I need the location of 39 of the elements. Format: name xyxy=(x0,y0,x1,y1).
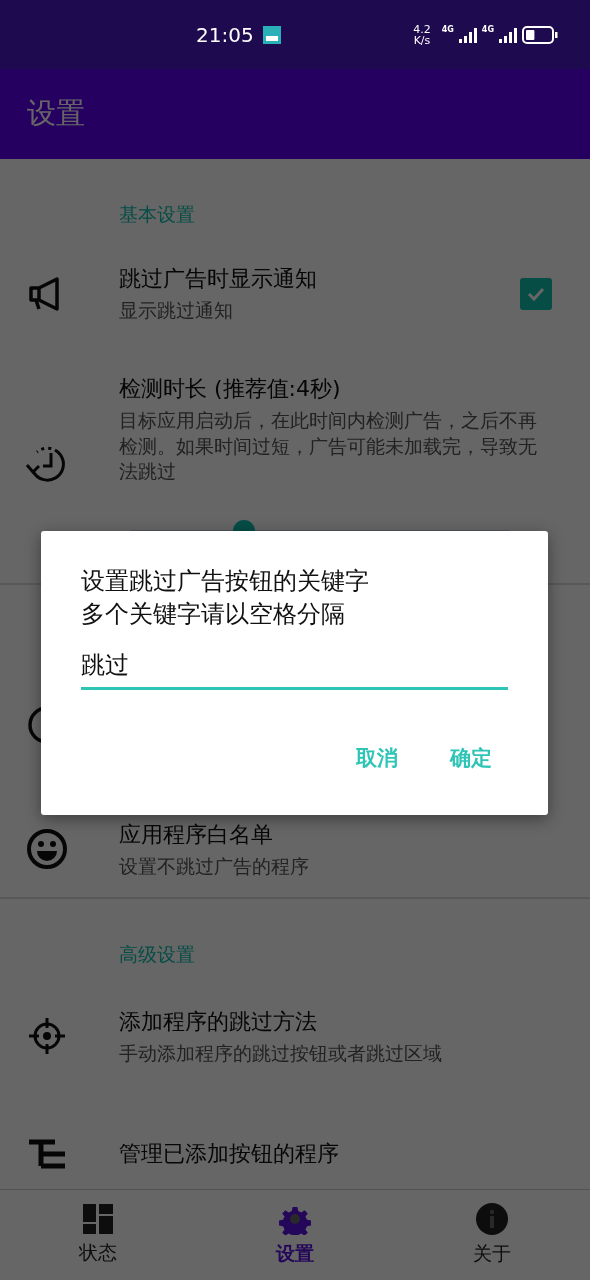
item-subtitle: 手动添加程序的跳过按钮或者跳过区域 xyxy=(119,1040,443,1066)
signal-icon xyxy=(499,26,517,43)
clock-time: 21:05 xyxy=(196,22,254,47)
item-title: 应用程序白名单 xyxy=(119,820,274,849)
section-header: 基本设置 xyxy=(119,202,195,227)
settings-item[interactable]: 应用程序白名单 设置不跳过广告的程序 xyxy=(0,801,590,897)
item-title: 跳过广告时显示通知 xyxy=(119,265,318,294)
dialog-button[interactable]: 取消 xyxy=(350,740,404,776)
smiley-icon xyxy=(27,829,67,870)
settings-item[interactable]: 检测时长 (推荐值:4秒) 目标应用启动后，在此时间内检测广告，之后不再检测。如果时间过短，广告可能未加载完，导致无法跳过 xyxy=(0,339,590,485)
battery-icon xyxy=(522,25,558,44)
checkbox[interactable] xyxy=(520,278,552,310)
list-icon xyxy=(29,1138,65,1169)
network-speed: 4.2 K/s xyxy=(413,23,431,46)
nav-tab[interactable]: 设置 xyxy=(196,1190,394,1280)
dialog-title: 多个关键字请以空格分隔 xyxy=(81,599,346,630)
nav-tab[interactable]: 状态 xyxy=(0,1190,197,1280)
network-type: 4G xyxy=(481,25,494,34)
settings-item[interactable]: 跳过广告时显示通知 显示跳过通知 xyxy=(0,249,590,339)
dialog-title: 设置跳过广告按钮的关键字 xyxy=(81,566,370,597)
crosshair-icon xyxy=(27,1016,67,1057)
keyword-input[interactable]: 跳过 xyxy=(81,651,508,690)
settings-item[interactable]: 管理已添加按钮的程序 xyxy=(0,1083,590,1182)
app-notification-icon xyxy=(262,25,281,44)
item-subtitle: 显示跳过通知 xyxy=(119,298,234,324)
item-title: 管理已添加按钮的程序 xyxy=(119,1139,340,1168)
item-subtitle: 目标应用启动后，在此时间内检测广告，之后不再检测。如果时间过短，广告可能未加载完，导致无法跳过 xyxy=(119,408,538,485)
app-title: 设置 xyxy=(27,95,85,132)
item-title: 添加程序的跳过方法 xyxy=(119,1007,318,1036)
item-title: 检测时长 (推荐值:4秒) xyxy=(119,375,342,403)
dashboard-icon xyxy=(83,1204,114,1234)
item-subtitle: 设置不跳过广告的程序 xyxy=(119,853,310,879)
dialog-button[interactable]: 确定 xyxy=(444,740,498,776)
section-header: 高级设置 xyxy=(119,941,195,967)
network-type: 4G xyxy=(441,25,454,34)
info-icon xyxy=(475,1203,508,1235)
settings-item[interactable]: 添加程序的跳过方法 手动添加程序的跳过按钮或者跳过区域 xyxy=(0,988,590,1084)
signal-icon xyxy=(458,26,477,43)
nav-tab[interactable]: 关于 xyxy=(393,1190,590,1280)
